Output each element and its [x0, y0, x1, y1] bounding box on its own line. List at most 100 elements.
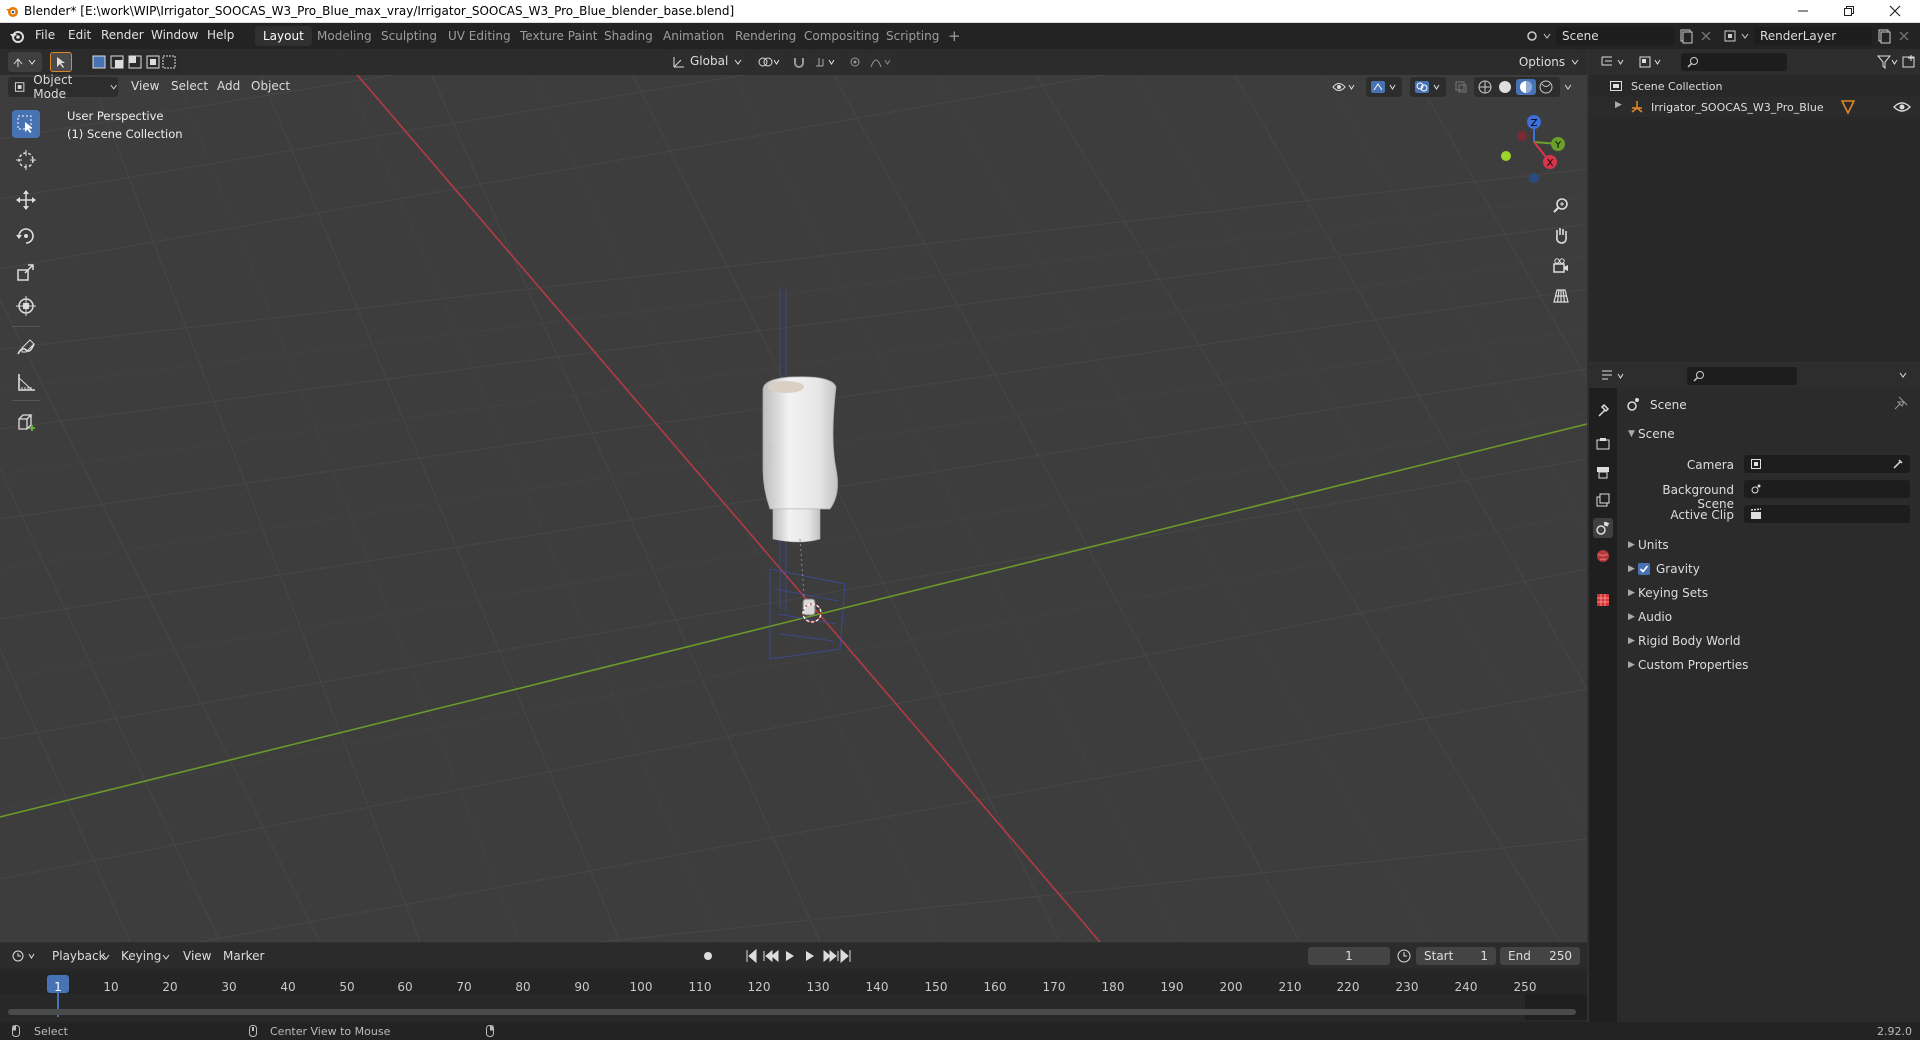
- viewport-menu-object[interactable]: Object: [251, 79, 290, 93]
- pivot-point-icon[interactable]: [754, 52, 784, 72]
- rigid-body-world-panel-header[interactable]: ▶ Rigid Body World: [1624, 631, 1914, 653]
- minimize-icon[interactable]: [1780, 0, 1826, 22]
- gizmo-toggle-icon[interactable]: [1366, 77, 1402, 97]
- viewlayer-name-field[interactable]: RenderLayer: [1754, 27, 1872, 45]
- timeline-menu-view[interactable]: View: [183, 949, 211, 963]
- perspective-toggle-icon[interactable]: [1548, 283, 1574, 309]
- active-clip-field[interactable]: [1744, 505, 1910, 523]
- select-box-icon[interactable]: [12, 110, 40, 138]
- shading-mode-buttons[interactable]: [1474, 77, 1560, 97]
- rotate-icon[interactable]: [12, 222, 40, 250]
- background-scene-field[interactable]: [1744, 480, 1910, 498]
- current-frame-field[interactable]: 1: [1308, 947, 1390, 965]
- selection-mode-buttons[interactable]: [88, 52, 180, 72]
- tab-shading[interactable]: Shading: [596, 26, 661, 46]
- proportional-falloff-icon[interactable]: [866, 52, 896, 72]
- audio-panel-header[interactable]: ▶ Audio: [1624, 607, 1914, 629]
- new-collection-icon[interactable]: [1901, 54, 1917, 70]
- outliner-editor-type-icon[interactable]: [1597, 52, 1631, 72]
- maximize-icon[interactable]: [1826, 0, 1872, 22]
- render-tab-icon[interactable]: [1593, 434, 1613, 454]
- scene-browse-icon[interactable]: [1524, 27, 1552, 45]
- output-tab-icon[interactable]: [1593, 462, 1613, 482]
- menu-render[interactable]: Render: [101, 28, 144, 42]
- camera-field[interactable]: [1744, 455, 1910, 473]
- menu-help[interactable]: Help: [207, 28, 234, 42]
- tab-modeling[interactable]: Modeling: [309, 26, 380, 46]
- tab-uv-editing[interactable]: UV Editing: [440, 26, 519, 46]
- cursor-icon[interactable]: [12, 146, 40, 174]
- tab-texture-paint[interactable]: Texture Paint: [512, 26, 605, 46]
- scene-panel-header[interactable]: ▼ Scene: [1624, 424, 1914, 446]
- timeline-menu-playback[interactable]: Playback: [52, 949, 106, 963]
- delete-scene-icon[interactable]: [1698, 28, 1714, 44]
- record-icon[interactable]: [700, 948, 716, 964]
- blender-menu-icon[interactable]: [9, 28, 25, 44]
- navigation-gizmo[interactable]: Z Y X: [1494, 110, 1574, 190]
- properties-options-icon[interactable]: [1899, 372, 1909, 380]
- add-cube-icon[interactable]: [12, 408, 40, 436]
- close-icon[interactable]: [1872, 0, 1918, 22]
- properties-search-input[interactable]: [1687, 367, 1797, 385]
- tool-tab-icon[interactable]: [1593, 400, 1613, 420]
- timeline-menu-marker[interactable]: Marker: [223, 949, 264, 963]
- menu-edit[interactable]: Edit: [68, 28, 91, 42]
- texture-tab-icon[interactable]: [1593, 590, 1613, 610]
- scale-icon[interactable]: [12, 258, 40, 286]
- xray-toggle-icon[interactable]: [1452, 77, 1470, 97]
- new-scene-icon[interactable]: [1678, 28, 1694, 44]
- visibility-filter-icon[interactable]: [1330, 77, 1360, 97]
- filter-icon[interactable]: [1877, 54, 1899, 70]
- snap-target-icon[interactable]: [810, 52, 840, 72]
- viewport-menu-select[interactable]: Select: [171, 79, 208, 93]
- world-tab-icon[interactable]: [1593, 546, 1613, 566]
- tab-sculpting[interactable]: Sculpting: [373, 26, 445, 46]
- mode-dropdown[interactable]: Object Mode: [8, 73, 118, 101]
- keying-sets-panel-header[interactable]: ▶ Keying Sets: [1624, 583, 1914, 605]
- viewport-menu-view[interactable]: View: [131, 79, 159, 93]
- 3d-viewport[interactable]: [0, 49, 1587, 942]
- camera-view-icon[interactable]: [1548, 253, 1574, 279]
- gravity-checkbox[interactable]: [1638, 563, 1650, 575]
- scene-tab-icon[interactable]: [1593, 518, 1613, 538]
- new-viewlayer-icon[interactable]: [1876, 28, 1892, 44]
- shading-options-icon[interactable]: [1564, 84, 1574, 92]
- delete-viewlayer-icon[interactable]: [1896, 28, 1912, 44]
- outliner-item-name[interactable]: Irrigator_SOOCAS_W3_Pro_Blue: [1651, 101, 1824, 114]
- tab-scripting[interactable]: Scripting: [878, 26, 947, 46]
- pan-hand-icon[interactable]: [1548, 222, 1574, 248]
- menu-file[interactable]: File: [35, 28, 55, 42]
- preview-range-icon[interactable]: [1396, 948, 1412, 964]
- units-panel-header[interactable]: ▶ Units: [1624, 535, 1914, 557]
- scene-name-field[interactable]: Scene: [1556, 27, 1674, 45]
- zoom-icon[interactable]: [1548, 193, 1574, 219]
- display-mode-icon[interactable]: [1637, 52, 1667, 72]
- visibility-eye-icon[interactable]: [1893, 100, 1911, 114]
- viewlayer-browse-icon[interactable]: [1722, 27, 1750, 45]
- scene-collection-label[interactable]: Scene Collection: [1631, 80, 1722, 93]
- pin-icon[interactable]: [1894, 396, 1910, 412]
- eyedropper-icon[interactable]: [1892, 458, 1904, 470]
- gravity-panel-header[interactable]: ▶ Gravity: [1624, 559, 1914, 581]
- start-frame-field[interactable]: Start 1: [1416, 947, 1496, 965]
- timeline-scrollbar[interactable]: [8, 1009, 1576, 1015]
- options-dropdown[interactable]: Options: [1518, 52, 1580, 72]
- timeline-editor-type-icon[interactable]: [8, 946, 42, 966]
- transform-orientation-dropdown[interactable]: Global: [668, 52, 746, 72]
- timeline-menu-keying[interactable]: Keying: [121, 949, 161, 963]
- playback-controls[interactable]: [744, 947, 854, 965]
- editor-type-icon[interactable]: [8, 52, 42, 72]
- transform-icon[interactable]: [12, 292, 40, 320]
- add-workspace-button[interactable]: +: [940, 26, 969, 46]
- measure-icon[interactable]: [12, 368, 40, 396]
- view-layer-tab-icon[interactable]: [1593, 490, 1613, 510]
- end-frame-field[interactable]: End 250: [1500, 947, 1580, 965]
- overlays-toggle-icon[interactable]: [1410, 77, 1446, 97]
- move-icon[interactable]: [12, 186, 40, 214]
- tab-animation[interactable]: Animation: [655, 26, 732, 46]
- outliner-search-input[interactable]: [1681, 53, 1787, 71]
- viewport-menu-add[interactable]: Add: [217, 79, 240, 93]
- snap-toggle-icon[interactable]: [790, 52, 808, 72]
- tab-rendering[interactable]: Rendering: [727, 26, 804, 46]
- tab-compositing[interactable]: Compositing: [796, 26, 887, 46]
